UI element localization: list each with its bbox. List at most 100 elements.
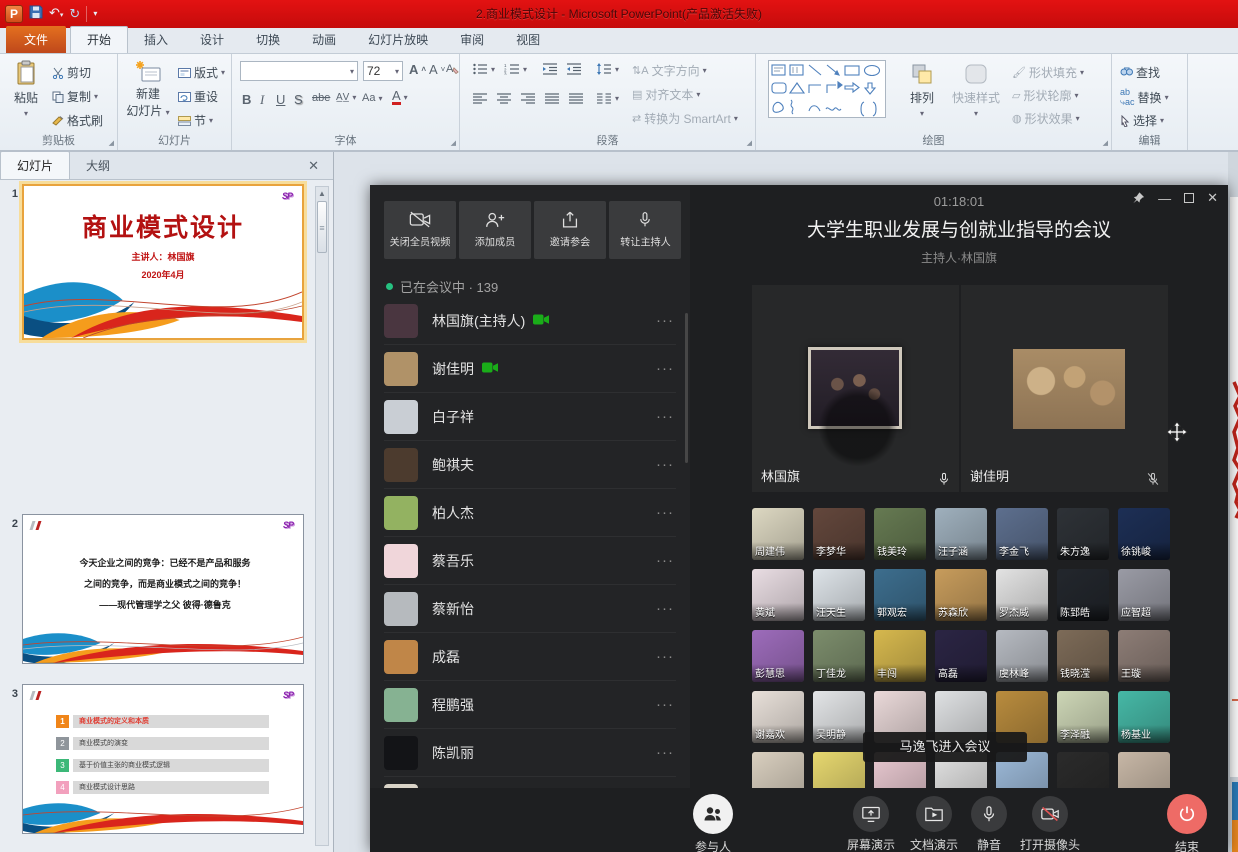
- align-left-button[interactable]: [472, 92, 488, 104]
- find-button[interactable]: 查找: [1120, 64, 1160, 81]
- participant-row[interactable]: 鲍祺夫···: [384, 441, 676, 489]
- copy-button[interactable]: 复制▾: [52, 88, 98, 105]
- end-meeting-button[interactable]: 结束: [1167, 794, 1207, 852]
- participant-more-icon[interactable]: ···: [656, 648, 674, 665]
- replace-button[interactable]: ab⤷ac替换▾: [1120, 87, 1169, 108]
- grid-video-tile[interactable]: 钱美玲: [874, 508, 926, 560]
- grid-video-tile[interactable]: 应智超: [1118, 569, 1170, 621]
- grid-video-tile[interactable]: 李金飞: [996, 508, 1048, 560]
- add-member-button[interactable]: 添加成员: [459, 201, 531, 259]
- grid-video-tile[interactable]: 吴明静: [813, 691, 865, 743]
- decrease-indent-button[interactable]: [542, 63, 558, 75]
- increase-indent-button[interactable]: [566, 63, 582, 75]
- font-dialog-launcher[interactable]: ◢: [451, 139, 456, 147]
- slide-thumb-3[interactable]: SP 1商业模式的定义和本质2商业模式的演变3基于价值主张的商业模式逻辑4商业模…: [22, 684, 304, 834]
- participant-row[interactable]: 白子祥···: [384, 393, 676, 441]
- numbering-button[interactable]: ▾: [504, 63, 527, 75]
- cut-button[interactable]: 剪切: [52, 64, 91, 81]
- arrange-button[interactable]: 排列▾: [902, 62, 942, 118]
- shadow-button[interactable]: S: [294, 92, 303, 107]
- screen-share-button[interactable]: 屏幕演示: [847, 796, 895, 852]
- participant-row[interactable]: 蔡新怡···: [384, 585, 676, 633]
- participant-row[interactable]: 柏人杰···: [384, 489, 676, 537]
- panel-close-icon[interactable]: ✕: [308, 158, 319, 174]
- participants-button[interactable]: 参与人: [693, 794, 733, 852]
- participant-row[interactable]: 成磊···: [384, 633, 676, 681]
- grid-video-tile[interactable]: 丰闯: [874, 630, 926, 682]
- strikethrough-button[interactable]: abe: [312, 92, 330, 104]
- grid-video-tile[interactable]: 谢嘉欢: [752, 691, 804, 743]
- grid-video-tile[interactable]: [1057, 752, 1109, 790]
- font-size-combo[interactable]: 72▾: [363, 61, 403, 81]
- participant-list-scrollbar[interactable]: [685, 313, 688, 463]
- align-text-button[interactable]: ▤对齐文本▾: [632, 86, 700, 103]
- participant-more-icon[interactable]: ···: [656, 744, 674, 761]
- format-painter-button[interactable]: 格式刷: [52, 112, 103, 129]
- participant-row[interactable]: 蔡吾乐···: [384, 537, 676, 585]
- layout-button[interactable]: 版式▾: [178, 64, 225, 81]
- bold-button[interactable]: B: [242, 92, 251, 107]
- video-tile-guest[interactable]: 谢佳明: [961, 285, 1168, 492]
- align-center-button[interactable]: [496, 92, 512, 104]
- grid-video-tile[interactable]: 彭慧思: [752, 630, 804, 682]
- grid-video-tile[interactable]: 周建伟: [752, 508, 804, 560]
- bullets-button[interactable]: ▾: [472, 63, 495, 75]
- tab-outline[interactable]: 大纲: [70, 152, 126, 179]
- increase-font-button[interactable]: A˄: [409, 62, 426, 77]
- grid-video-tile[interactable]: 李泽融: [1057, 691, 1109, 743]
- grid-video-tile[interactable]: 丁佳龙: [813, 630, 865, 682]
- underline-button[interactable]: U: [276, 92, 285, 107]
- invite-button[interactable]: 邀请参会: [534, 201, 606, 259]
- grid-video-tile[interactable]: 虞林峰: [996, 630, 1048, 682]
- shape-effects-button[interactable]: ◍形状效果▾: [1012, 110, 1080, 127]
- ribbon-tab-切换[interactable]: 切换: [240, 27, 296, 53]
- mute-button[interactable]: 静音: [971, 796, 1007, 852]
- close-icon[interactable]: ✕: [1207, 190, 1218, 206]
- font-color-button[interactable]: A▾: [392, 90, 408, 105]
- minimize-icon[interactable]: —: [1158, 191, 1171, 206]
- grid-video-tile[interactable]: 罗杰威: [996, 569, 1048, 621]
- participant-more-icon[interactable]: ···: [656, 408, 674, 425]
- ribbon-tab-审阅[interactable]: 审阅: [444, 27, 500, 53]
- grid-video-tile[interactable]: 高磊: [935, 630, 987, 682]
- grid-video-tile[interactable]: [1118, 752, 1170, 790]
- transfer-host-button[interactable]: 转让主持人: [609, 201, 681, 259]
- section-button[interactable]: 节▾: [178, 112, 213, 129]
- participant-more-icon[interactable]: ···: [656, 696, 674, 713]
- participant-row[interactable]: 程鹏强···: [384, 681, 676, 729]
- clipboard-dialog-launcher[interactable]: ◢: [109, 139, 114, 147]
- participant-more-icon[interactable]: ···: [656, 552, 674, 569]
- participant-more-icon[interactable]: ···: [656, 312, 674, 329]
- grid-video-tile[interactable]: 郭观宏: [874, 569, 926, 621]
- justify-button[interactable]: [544, 92, 560, 104]
- grid-video-tile[interactable]: 苏森欣: [935, 569, 987, 621]
- tab-slides[interactable]: 幻灯片: [0, 152, 70, 179]
- slide-thumb-2[interactable]: SP 今天企业之间的竞争：已经不是产品和服务之间的竞争，而是商业模式之间的竞争！…: [22, 514, 304, 664]
- line-spacing-button[interactable]: ▾: [596, 63, 619, 75]
- decrease-font-button[interactable]: A˅: [429, 62, 445, 77]
- italic-button[interactable]: I: [260, 92, 264, 108]
- char-spacing-button[interactable]: A̲V̲▾: [336, 92, 356, 103]
- ribbon-tab-幻灯片放映[interactable]: 幻灯片放映: [352, 27, 444, 53]
- ribbon-tab-文件[interactable]: 文件: [6, 26, 66, 53]
- shape-outline-button[interactable]: ▱形状轮廓▾: [1012, 87, 1079, 104]
- ribbon-tab-开始[interactable]: 开始: [70, 26, 128, 53]
- grid-video-tile[interactable]: 李梦华: [813, 508, 865, 560]
- participant-more-icon[interactable]: ···: [656, 600, 674, 617]
- ribbon-tab-视图[interactable]: 视图: [500, 27, 556, 53]
- shapes-gallery[interactable]: [768, 60, 886, 118]
- quick-styles-button[interactable]: 快速样式▾: [948, 62, 1004, 118]
- grid-video-tile[interactable]: 汪子涵: [935, 508, 987, 560]
- grid-video-tile[interactable]: 徐铫峻: [1118, 508, 1170, 560]
- font-name-combo[interactable]: ▾: [240, 61, 358, 81]
- grid-video-tile[interactable]: 钱晓滢: [1057, 630, 1109, 682]
- ribbon-tab-动画[interactable]: 动画: [296, 27, 352, 53]
- drawing-dialog-launcher[interactable]: ◢: [1103, 139, 1108, 147]
- participant-row[interactable]: 陈凯丽···: [384, 729, 676, 777]
- participant-row[interactable]: 谢佳明···: [384, 345, 676, 393]
- grid-video-tile[interactable]: [752, 752, 804, 790]
- ribbon-tab-设计[interactable]: 设计: [184, 27, 240, 53]
- pin-icon[interactable]: [1132, 191, 1145, 205]
- grid-video-tile[interactable]: [813, 752, 865, 790]
- text-direction-button[interactable]: ⇅A文字方向▾: [632, 62, 707, 79]
